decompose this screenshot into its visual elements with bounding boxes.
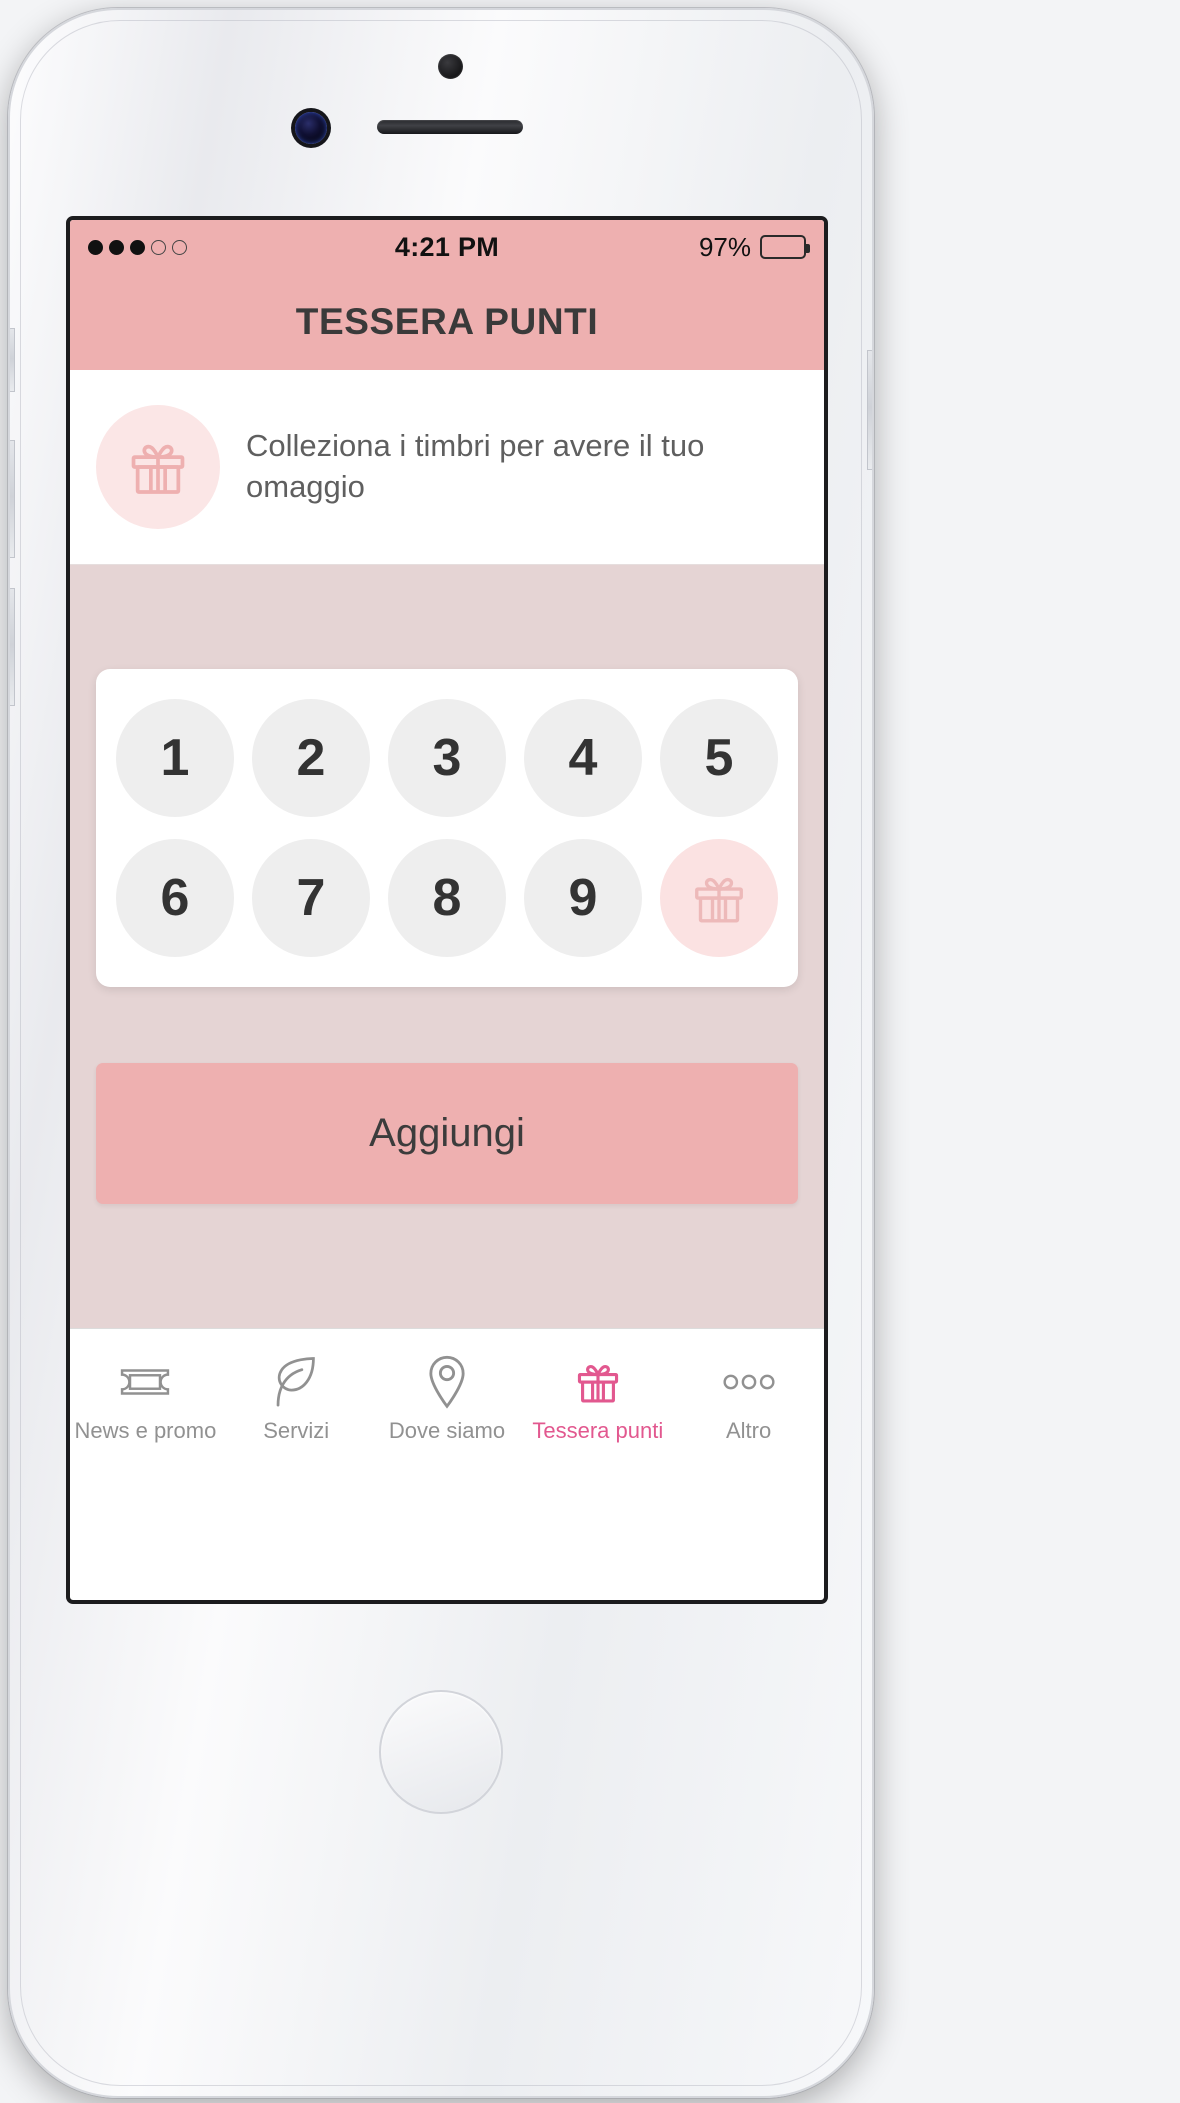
stamp-row: 6 7 8 9	[116, 839, 778, 957]
ios-status-bar: 4:21 PM 97%	[70, 220, 824, 274]
stamp-row: 1 2 3 4 5	[116, 699, 778, 817]
status-bar-right-group: 97%	[698, 231, 810, 263]
ticket-icon	[119, 1354, 171, 1410]
stamp-slot-4[interactable]: 4	[524, 699, 642, 817]
battery-cap	[806, 244, 810, 253]
tab-label: Dove siamo	[388, 1417, 506, 1443]
home-button[interactable]	[379, 1690, 503, 1814]
app-nav-bar: TESSERA PUNTI	[70, 274, 824, 370]
phone-device-frame: 4:21 PM 97% TESSERA PUNTI Colleziona i t…	[8, 8, 874, 2098]
tab-label: Altro	[725, 1417, 772, 1443]
tab-label: Tessera punti	[532, 1417, 664, 1443]
earpiece-speaker-icon	[377, 120, 523, 134]
stamp-slot-7[interactable]: 7	[252, 839, 370, 957]
power-button[interactable]	[867, 350, 872, 470]
tab-tessera-punti[interactable]: Tessera punti	[522, 1329, 673, 1468]
front-camera-icon	[438, 54, 463, 79]
banner-text: Colleziona i timbri per avere il tuo oma…	[246, 428, 705, 504]
add-stamp-button[interactable]: Aggiungi	[96, 1063, 798, 1204]
tab-altro[interactable]: Altro	[673, 1329, 824, 1468]
tab-dove-siamo[interactable]: Dove siamo	[372, 1329, 523, 1468]
page-title: TESSERA PUNTI	[295, 301, 599, 342]
tab-news-e-promo[interactable]: News e promo	[70, 1329, 221, 1468]
battery-icon	[760, 235, 810, 259]
stamp-slot-1[interactable]: 1	[116, 699, 234, 817]
leaf-icon	[274, 1354, 318, 1410]
stamp-slot-5[interactable]: 5	[660, 699, 778, 817]
stamp-card: 1 2 3 4 5 6 7 8 9	[96, 669, 798, 987]
stamp-slot-2[interactable]: 2	[252, 699, 370, 817]
battery-percent-label: 97%	[698, 231, 751, 262]
volume-down-button[interactable]	[10, 588, 15, 706]
tab-label: Servizi	[263, 1417, 330, 1443]
silent-switch-button[interactable]	[10, 328, 15, 392]
phone-screen: 4:21 PM 97% TESSERA PUNTI Colleziona i t…	[66, 216, 828, 1604]
bottom-tab-bar: News e promo Servizi Dove siamo Tessera …	[70, 1328, 824, 1468]
gift-icon	[573, 1354, 623, 1410]
stamp-slot-reward[interactable]	[660, 839, 778, 957]
stamp-slot-3[interactable]: 3	[388, 699, 506, 817]
tab-servizi[interactable]: Servizi	[221, 1329, 372, 1468]
banner-gift-badge	[96, 405, 220, 529]
stamp-slot-8[interactable]: 8	[388, 839, 506, 957]
gift-icon	[695, 877, 743, 923]
stamp-slot-9[interactable]: 9	[524, 839, 642, 957]
stamp-slot-6[interactable]: 6	[116, 839, 234, 957]
content-area: 1 2 3 4 5 6 7 8 9 Aggiungi News e promo …	[70, 565, 824, 1468]
more-dots-icon	[721, 1354, 777, 1410]
volume-up-button[interactable]	[10, 440, 15, 558]
info-banner: Colleziona i timbri per avere il tuo oma…	[70, 370, 824, 565]
gift-icon	[131, 444, 185, 494]
tab-label: News e promo	[74, 1417, 217, 1443]
map-pin-icon	[428, 1354, 466, 1410]
proximity-sensor-icon	[295, 112, 327, 144]
